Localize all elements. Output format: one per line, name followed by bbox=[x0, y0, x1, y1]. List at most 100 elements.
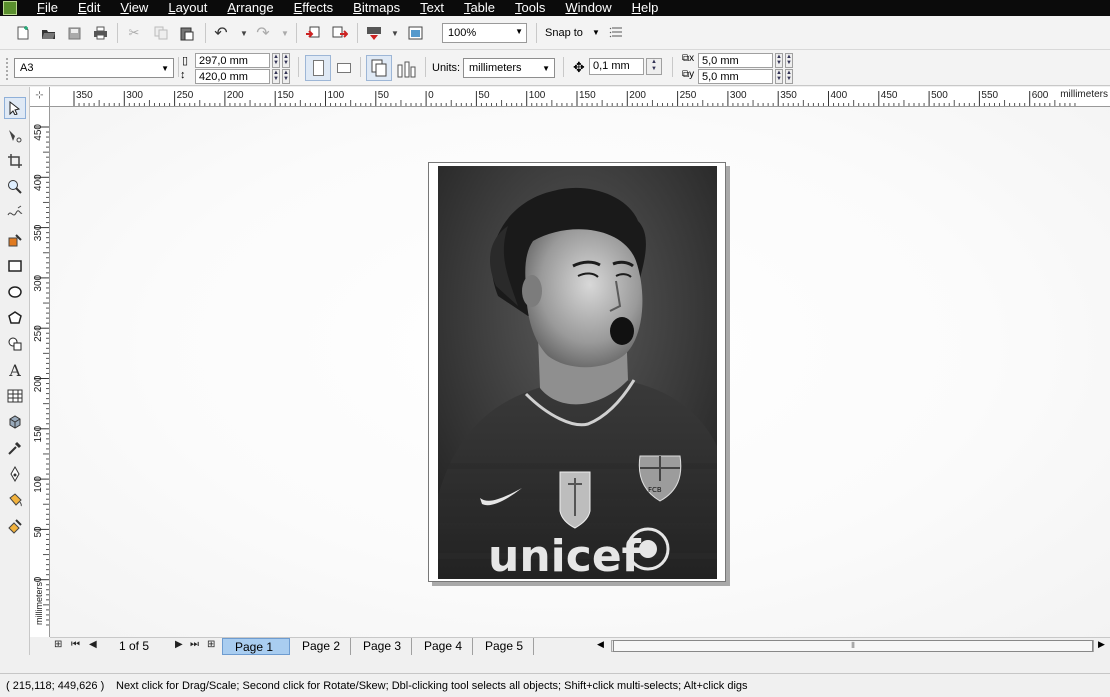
property-bar: A3 ▼ ▯ 297,0 mm ▲ ▼ ▲ ▼ ↕ 420,0 mm ▲ ▼ ▲ ▼ U… bbox=[0, 50, 1110, 86]
grip-handle[interactable] bbox=[6, 58, 9, 80]
page-width-field[interactable]: 297,0 mm bbox=[195, 53, 270, 68]
text-tool-icon[interactable]: A bbox=[4, 359, 26, 381]
next-page-icon[interactable]: ▶ bbox=[175, 639, 183, 650]
page-width-spinner[interactable]: ▲ ▼ bbox=[272, 53, 280, 68]
shape-tool-icon[interactable] bbox=[4, 125, 26, 147]
blend-tool-icon[interactable] bbox=[4, 411, 26, 433]
last-page-icon[interactable]: ⏭ bbox=[190, 639, 199, 650]
nudge-spinner[interactable]: ▲ ▼ bbox=[646, 58, 662, 75]
smart-fill-tool-icon[interactable] bbox=[4, 229, 26, 251]
fill-tool-icon[interactable] bbox=[4, 489, 26, 511]
table-tool-icon[interactable] bbox=[4, 385, 26, 407]
paste-icon[interactable] bbox=[178, 24, 196, 42]
redo-icon[interactable]: ↷ bbox=[254, 24, 272, 42]
snap-to-dropdown-icon[interactable]: ▼ bbox=[592, 28, 600, 37]
ruler-tick-label: 100 bbox=[328, 90, 345, 101]
all-pages-button[interactable] bbox=[366, 55, 392, 81]
duplicate-y-spinner[interactable]: ▲ ▼ bbox=[775, 69, 783, 84]
first-page-icon[interactable]: ⏮ bbox=[71, 639, 80, 650]
menu-file[interactable]: File bbox=[27, 0, 68, 16]
outline-tool-icon[interactable] bbox=[4, 463, 26, 485]
menu-window[interactable]: Window bbox=[555, 0, 621, 16]
rectangle-tool-icon[interactable] bbox=[4, 255, 26, 277]
ruler-tick-label: 250 bbox=[177, 90, 194, 101]
page-tab-4[interactable]: Page 4 bbox=[412, 638, 473, 655]
basic-shapes-tool-icon[interactable] bbox=[4, 333, 26, 355]
ellipse-tool-icon[interactable] bbox=[4, 281, 26, 303]
page-height-spinner[interactable]: ▲ ▼ bbox=[272, 69, 280, 84]
scroll-right-icon[interactable]: ▶ bbox=[1098, 639, 1105, 650]
eyedropper-tool-icon[interactable] bbox=[4, 437, 26, 459]
menu-effects[interactable]: Effects bbox=[284, 0, 344, 16]
print-icon[interactable] bbox=[91, 24, 109, 42]
portrait-button[interactable] bbox=[305, 55, 331, 81]
ruler-tick-label: 250 bbox=[680, 90, 697, 101]
menu-bitmaps[interactable]: Bitmaps bbox=[343, 0, 410, 16]
duplicate-x-spinner[interactable]: ▲ ▼ bbox=[775, 53, 783, 68]
undo-dropdown-icon[interactable]: ▼ bbox=[240, 29, 248, 38]
freehand-tool-icon[interactable] bbox=[4, 202, 26, 224]
horizontal-ruler[interactable]: 350 300 250 200 150 100 50 0 50 100 150 200 250 300 35… bbox=[50, 87, 1110, 107]
vertical-ruler[interactable]: 450 400 350 300 250 200 150 100 50 0 millimeters bbox=[30, 107, 50, 637]
player-photo[interactable]: FCB unicef bbox=[438, 166, 717, 579]
ruler-tick-label: 450 bbox=[881, 90, 898, 101]
units-combo[interactable]: millimeters ▼ bbox=[463, 58, 555, 78]
duplicate-y-value: 5,0 mm bbox=[702, 71, 739, 83]
duplicate-y-lock[interactable]: ▲ ▼ bbox=[785, 69, 793, 84]
horizontal-scrollbar[interactable]: ◀ ⦀ ▶ bbox=[595, 639, 1110, 653]
export-icon[interactable] bbox=[331, 24, 349, 42]
polygon-tool-icon[interactable] bbox=[4, 307, 26, 329]
landscape-icon[interactable] bbox=[337, 63, 351, 73]
menu-edit[interactable]: Edit bbox=[68, 0, 110, 16]
menu-table[interactable]: Table bbox=[454, 0, 505, 16]
page-tab-3[interactable]: Page 3 bbox=[351, 638, 412, 655]
welcome-screen-icon[interactable] bbox=[406, 24, 424, 42]
interactive-fill-tool-icon[interactable] bbox=[4, 515, 26, 537]
paper-size-combo[interactable]: A3 ▼ bbox=[14, 58, 174, 78]
menu-text[interactable]: Text bbox=[410, 0, 454, 16]
menu-help[interactable]: Help bbox=[622, 0, 669, 16]
page-height-field[interactable]: 420,0 mm bbox=[195, 69, 270, 84]
duplicate-x-lock[interactable]: ▲ ▼ bbox=[785, 53, 793, 68]
page-height-lock[interactable]: ▲ ▼ bbox=[282, 69, 290, 84]
page-width-lock[interactable]: ▲ ▼ bbox=[282, 53, 290, 68]
launcher-dropdown-icon[interactable]: ▼ bbox=[391, 29, 399, 38]
add-page-icon[interactable]: ⊞ bbox=[54, 639, 62, 650]
ruler-tick-label: 350 bbox=[33, 224, 44, 241]
snap-to-button[interactable]: Snap to bbox=[545, 27, 583, 39]
ruler-tick-label: 50 bbox=[33, 526, 44, 538]
scroll-left-icon[interactable]: ◀ bbox=[597, 639, 604, 650]
copy-icon[interactable] bbox=[152, 24, 170, 42]
add-page-after-icon[interactable]: ⊞ bbox=[207, 639, 215, 650]
save-icon[interactable] bbox=[65, 24, 83, 42]
document-page[interactable]: FCB unicef bbox=[428, 162, 726, 582]
previous-page-icon[interactable]: ◀ bbox=[89, 639, 97, 650]
menu-arrange[interactable]: Arrange bbox=[217, 0, 283, 16]
duplicate-x-field[interactable]: 5,0 mm bbox=[698, 53, 773, 68]
zoom-level-combo[interactable]: 100% ▼ bbox=[442, 23, 527, 43]
menu-layout[interactable]: Layout bbox=[158, 0, 217, 16]
undo-icon[interactable]: ↶ bbox=[212, 24, 230, 42]
scroll-thumb[interactable]: ⦀ bbox=[613, 640, 1093, 652]
page-tab-1[interactable]: Page 1 bbox=[222, 638, 290, 655]
nudge-distance-field[interactable]: 0,1 mm bbox=[589, 58, 644, 75]
ruler-origin[interactable]: ⊹ bbox=[30, 87, 50, 107]
application-launcher-icon[interactable] bbox=[365, 24, 383, 42]
page-tab-2[interactable]: Page 2 bbox=[290, 638, 351, 655]
open-folder-icon[interactable] bbox=[39, 24, 57, 42]
cut-icon[interactable]: ✂ bbox=[125, 24, 143, 42]
crop-tool-icon[interactable] bbox=[4, 150, 26, 172]
current-page-button[interactable] bbox=[396, 59, 416, 82]
ruler-tick-label: 150 bbox=[277, 90, 294, 101]
menu-tools[interactable]: Tools bbox=[505, 0, 555, 16]
drawing-canvas[interactable]: FCB unicef bbox=[50, 107, 1110, 637]
new-document-icon[interactable] bbox=[14, 24, 32, 42]
duplicate-y-field[interactable]: 5,0 mm bbox=[698, 69, 773, 84]
pick-tool-icon[interactable] bbox=[4, 97, 26, 119]
redo-dropdown-icon[interactable]: ▼ bbox=[281, 29, 289, 38]
options-icon[interactable] bbox=[607, 24, 625, 42]
zoom-tool-icon[interactable] bbox=[4, 176, 26, 198]
menu-view[interactable]: View bbox=[110, 0, 158, 16]
import-icon[interactable] bbox=[304, 24, 322, 42]
page-tab-5[interactable]: Page 5 bbox=[473, 638, 534, 655]
